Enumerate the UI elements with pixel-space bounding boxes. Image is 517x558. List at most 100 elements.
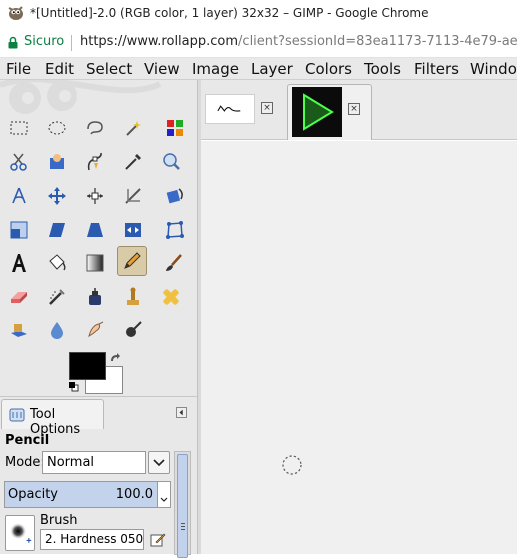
text-icon (12, 254, 26, 272)
opacity-slider[interactable]: Opacity 100.0 (4, 481, 158, 508)
align-icon (87, 188, 103, 204)
clone-tool[interactable] (118, 282, 148, 312)
shear-tool[interactable] (42, 215, 72, 245)
menu-layer[interactable]: Layer (251, 60, 293, 78)
brush-preview-icon (9, 522, 32, 543)
opacity-value: 100.0 (115, 487, 153, 502)
clone-icon (127, 287, 139, 305)
menu-filters[interactable]: Filters (414, 60, 459, 78)
swap-colors-icon[interactable] (109, 352, 121, 364)
flip-tool[interactable] (118, 215, 148, 245)
toolbox (0, 80, 197, 396)
image-tab-2[interactable]: × (287, 84, 372, 140)
smudge-tool[interactable] (80, 315, 110, 345)
url-path: /client?sessionId=83ea1173-7113-4e79-ae7… (238, 34, 517, 49)
edit-brush-icon[interactable] (150, 531, 166, 547)
pencil-tool[interactable] (117, 246, 147, 276)
opacity-spinner[interactable] (158, 481, 171, 508)
ink-icon (89, 288, 101, 305)
color-picker-tool[interactable] (118, 147, 148, 177)
heal-icon (163, 289, 179, 305)
brush-label: Brush (40, 513, 78, 528)
rect-select-icon (10, 121, 28, 135)
image-thumbnail (205, 94, 255, 124)
mode-select[interactable]: Normal (42, 451, 146, 474)
image-tabs: × × (201, 80, 517, 140)
panel-menu-icon (179, 409, 183, 416)
url-field[interactable]: https://www.rollapp.com/client?sessionId… (80, 34, 517, 49)
brush-name-field[interactable]: 2. Hardness 050 (40, 529, 144, 550)
pencil-icon (124, 252, 141, 269)
foreground-color-swatch[interactable] (69, 352, 106, 380)
gimp-icon (8, 6, 23, 20)
loading-spinner-icon (282, 455, 302, 475)
text-tool[interactable] (4, 248, 34, 278)
select-by-color-tool[interactable] (160, 113, 190, 143)
lock-icon[interactable] (8, 36, 18, 49)
zoom-tool[interactable] (156, 147, 186, 177)
measure-tool[interactable] (4, 181, 34, 211)
ink-tool[interactable] (80, 282, 110, 312)
shear-icon (49, 223, 65, 237)
scissors-select-icon (10, 153, 27, 171)
tool-name: Pencil (5, 433, 50, 448)
free-select-tool[interactable] (80, 113, 110, 143)
perspective-clone-tool[interactable] (4, 315, 34, 345)
paths-icon (87, 152, 102, 171)
brush-preview[interactable] (5, 515, 35, 551)
fuzzy-select-tool[interactable] (118, 113, 148, 143)
close-image-tab-button[interactable]: × (348, 103, 360, 115)
default-colors-icon[interactable] (69, 382, 79, 392)
play-thumbnail-icon (303, 93, 334, 131)
paintbrush-tool[interactable] (158, 248, 188, 278)
blend-tool[interactable] (80, 248, 110, 278)
menu-select[interactable]: Select (86, 60, 132, 78)
menu-image[interactable]: Image (192, 60, 239, 78)
paths-tool[interactable] (80, 147, 110, 177)
crop-tool[interactable] (118, 181, 148, 211)
cage-transform-tool[interactable] (160, 215, 190, 245)
menu-window[interactable]: Window (470, 60, 517, 78)
blur-sharpen-tool[interactable] (42, 315, 72, 345)
scissors-select-tool[interactable] (4, 147, 34, 177)
scale-tool[interactable] (4, 215, 34, 245)
url-host: https://www.rollapp.com (80, 34, 239, 49)
menu-view[interactable]: View (144, 60, 180, 78)
scrollbar-thumb[interactable] (177, 454, 188, 558)
airbrush-tool[interactable] (42, 282, 72, 312)
move-icon (48, 187, 66, 205)
select-by-color-icon (167, 120, 183, 136)
menu-file[interactable]: File (6, 60, 31, 78)
menu-tools[interactable]: Tools (364, 60, 401, 78)
bucket-fill-tool[interactable] (42, 248, 72, 278)
zoom-icon (163, 153, 180, 170)
perspective-tool[interactable] (80, 215, 110, 245)
scroll-grip-line (181, 523, 185, 524)
eraser-tool[interactable] (4, 282, 34, 312)
foreground-select-tool[interactable] (42, 147, 72, 177)
mode-dropdown-button[interactable] (148, 451, 170, 474)
rect-select-tool[interactable] (4, 113, 34, 143)
address-bar[interactable]: Sicuro https://www.rollapp.com/client?se… (0, 27, 517, 58)
paintbrush-icon (166, 254, 182, 271)
options-scrollbar[interactable] (174, 451, 191, 558)
align-tool[interactable] (80, 181, 110, 211)
ellipse-select-tool[interactable] (42, 113, 72, 143)
image-tab-1[interactable]: × (201, 84, 285, 140)
heal-tool[interactable] (156, 282, 186, 312)
tool-options-tab[interactable]: Tool Options (1, 399, 104, 437)
dodge-burn-tool[interactable] (118, 315, 148, 345)
measure-icon (12, 187, 26, 204)
move-tool[interactable] (42, 181, 72, 211)
menu-edit[interactable]: Edit (45, 60, 74, 78)
close-image-tab-button[interactable]: × (261, 102, 273, 114)
title-bar: *[Untitled]-2.0 (RGB color, 1 layer) 32x… (0, 0, 517, 27)
panel-menu-button[interactable] (176, 407, 187, 418)
free-select-icon (87, 121, 103, 135)
rotate-tool[interactable] (160, 181, 190, 211)
eraser-icon (11, 292, 27, 303)
canvas-area[interactable] (201, 141, 517, 554)
secure-label[interactable]: Sicuro (24, 34, 64, 49)
perspective-clone-icon (11, 324, 27, 337)
menu-colors[interactable]: Colors (305, 60, 352, 78)
